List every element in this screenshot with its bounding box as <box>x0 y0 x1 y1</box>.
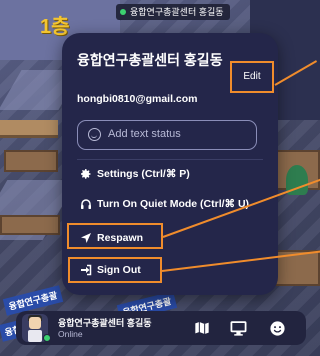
text-status-placeholder: Add text status <box>108 128 181 140</box>
profile-email: hongbi0810@gmail.com <box>77 93 198 105</box>
online-dot <box>120 9 126 15</box>
monitor-icon[interactable] <box>228 318 248 338</box>
online-status-dot <box>43 334 51 342</box>
respawn-highlight <box>67 223 163 249</box>
headphones-icon <box>79 197 92 210</box>
emoji-icon[interactable] <box>267 318 287 338</box>
edit-profile-button[interactable]: Edit <box>230 61 274 93</box>
bottom-bar-status: Online <box>58 329 83 339</box>
gear-icon <box>79 167 92 180</box>
bottom-bar: 융합연구총괄센터 홍길동 Online <box>16 311 306 345</box>
map-icon[interactable] <box>192 318 212 338</box>
floor-logo: 1층 <box>40 16 70 38</box>
scene-desk <box>0 215 60 235</box>
scene-desk <box>4 150 58 172</box>
profile-name: 융합연구총괄센터 홍길동 <box>77 52 223 68</box>
menu-divider <box>77 159 263 160</box>
text-status-input[interactable]: Add text status <box>77 120 257 150</box>
settings-label: Settings (Ctrl/⌘ P) <box>97 168 190 180</box>
scene-shelf <box>0 120 58 138</box>
sign-out-highlight <box>68 257 162 283</box>
quiet-mode-menu-item[interactable]: Turn On Quiet Mode (Ctrl/⌘ U) <box>77 194 249 214</box>
player-name-label: 융합연구총괄센터 홍길동 <box>130 7 224 17</box>
player-name-tag: 융합연구총괄센터 홍길동 <box>116 4 230 20</box>
quiet-mode-label: Turn On Quiet Mode (Ctrl/⌘ U) <box>97 198 250 210</box>
smiley-icon <box>88 128 101 141</box>
settings-menu-item[interactable]: Settings (Ctrl/⌘ P) <box>77 164 190 184</box>
bottom-bar-name: 융합연구총괄센터 홍길동 <box>58 318 152 328</box>
